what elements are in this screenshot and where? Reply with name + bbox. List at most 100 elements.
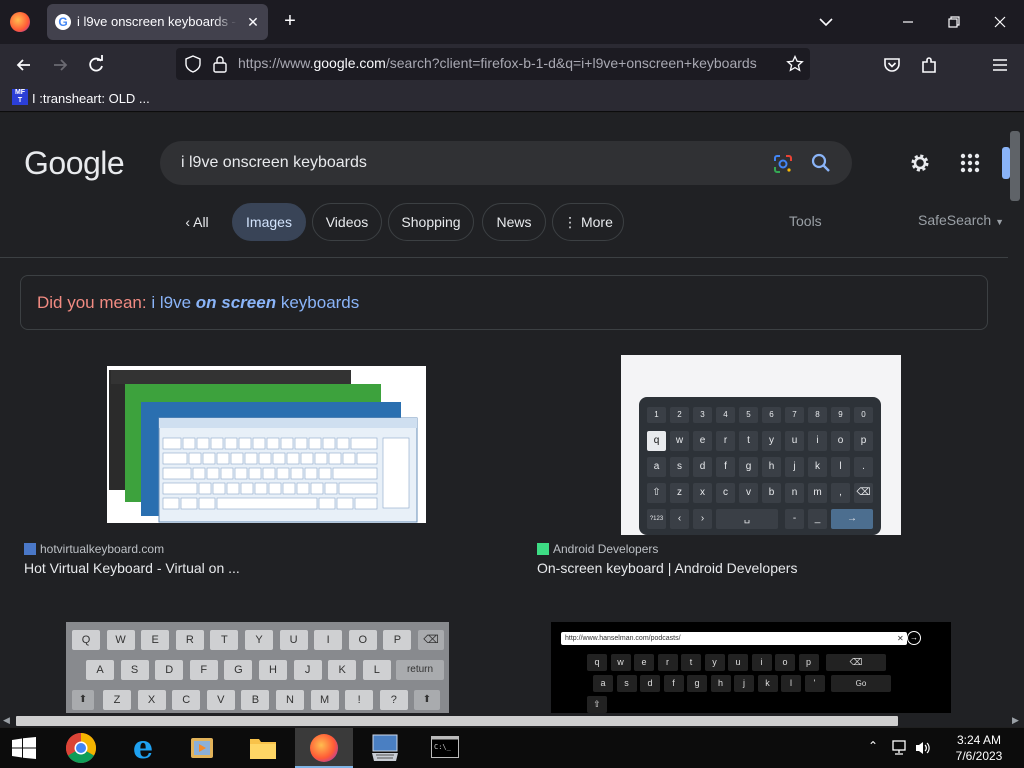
chip-all[interactable]: ‹ All: [170, 203, 224, 241]
chip-shopping[interactable]: Shopping: [388, 203, 474, 241]
taskbar-onscreen-keyboard[interactable]: [356, 728, 414, 768]
result-source[interactable]: hotvirtualkeyboard.com: [24, 542, 164, 556]
taskbar-media-player[interactable]: [173, 728, 231, 768]
search-icon[interactable]: [810, 152, 832, 174]
safesearch-menu[interactable]: SafeSearch ▼: [918, 212, 1004, 228]
google-lens-icon[interactable]: [772, 153, 794, 175]
result-image-hot-virtual-keyboard[interactable]: [107, 366, 426, 523]
keyboard-key: X: [137, 690, 166, 710]
result-title[interactable]: Hot Virtual Keyboard - Virtual on ...: [24, 560, 240, 576]
pocket-icon[interactable]: [881, 54, 903, 76]
keyboard-key: ⬆: [72, 690, 94, 710]
keyboard-key: T: [210, 630, 239, 650]
show-hidden-icons-icon[interactable]: ⌃: [868, 739, 878, 753]
android-favicon-icon: [537, 543, 549, 555]
horizontal-scrollbar-thumb[interactable]: [16, 716, 898, 726]
chip-more[interactable]: ⋮ More: [552, 203, 624, 241]
browser-tab[interactable]: G i l9ve onscreen keyboards - Google ✕: [47, 4, 268, 40]
keyboard-key: B: [241, 690, 270, 710]
system-clock[interactable]: 3:24 AM 7/6/2023: [938, 732, 1020, 764]
did-you-mean-text: Did you mean: i l9ve on screen keyboards: [37, 293, 359, 313]
keyboard-key: 4: [716, 407, 735, 423]
taskbar-file-explorer[interactable]: [234, 728, 292, 768]
minimize-icon[interactable]: [898, 12, 918, 32]
google-logo[interactable]: Google: [24, 145, 125, 182]
url-bar[interactable]: https://www.google.com/search?client=fir…: [176, 48, 810, 80]
reload-icon[interactable]: [85, 54, 107, 76]
result-title[interactable]: On-screen keyboard | Android Developers: [537, 560, 797, 576]
hamburger-menu-icon[interactable]: [989, 54, 1011, 76]
close-icon: ✕: [897, 634, 904, 643]
keyboard-key: ?123: [647, 509, 666, 529]
keyboard-key: !: [345, 690, 374, 710]
result-image-ipad-keyboard[interactable]: Q W E R T Y U I O P ⌫ A S D F G H J K Lreturn ⬆ Z X C V B N M!? ⬆: [66, 622, 449, 713]
firefox-view-icon[interactable]: [10, 12, 30, 32]
keyboard-key: .: [854, 457, 873, 477]
tab-close-icon[interactable]: ✕: [243, 12, 263, 32]
lock-icon[interactable]: [212, 55, 228, 73]
network-icon[interactable]: [891, 740, 909, 756]
keyboard-key: P: [383, 630, 412, 650]
keyboard-key: 2: [670, 407, 689, 423]
folder-icon: [250, 739, 276, 759]
back-icon[interactable]: [13, 54, 35, 76]
close-window-icon[interactable]: [990, 12, 1010, 32]
keyboard-key: R: [175, 630, 204, 650]
result-source[interactable]: Android Developers: [537, 542, 658, 556]
bookmark-item[interactable]: I :transheart: OLD ...: [32, 91, 150, 106]
keyboard-key: u: [785, 431, 804, 451]
keyboard-key: s: [616, 675, 637, 692]
scroll-right-icon[interactable]: ▶: [1012, 715, 1019, 726]
clock-time: 3:24 AM: [956, 733, 1002, 747]
keyboard-key: 1: [647, 407, 666, 423]
keyboard-key: i: [808, 431, 827, 451]
vertical-scrollbar-thumb[interactable]: [1010, 131, 1020, 201]
forward-icon[interactable]: [49, 54, 71, 76]
header-divider: [0, 257, 1008, 258]
keyboard-key: J: [293, 660, 322, 680]
result-image-hanselman-keyboard[interactable]: http://www.hanselman.com/podcasts/ ✕ → q…: [551, 622, 951, 713]
volume-icon[interactable]: [914, 740, 932, 756]
keyboard-key: H: [259, 660, 287, 680]
bookmark-star-icon[interactable]: [786, 55, 804, 73]
search-box[interactable]: i l9ve onscreen keyboards: [160, 141, 852, 185]
keyboard-key: ⌫: [418, 630, 444, 650]
result-image-android-keyboard[interactable]: 1 2 3 4 5 6 7 8 9 0 q w e r t y u i o p a s d f g h j k l. ⇧ z x c v b n m, ⌫…: [621, 355, 901, 535]
restore-icon[interactable]: [944, 12, 964, 32]
windows-start-icon[interactable]: [12, 737, 36, 759]
keyboard-key: i: [751, 654, 772, 671]
tools-button[interactable]: Tools: [789, 213, 822, 229]
taskbar-command-prompt[interactable]: C:\_: [416, 728, 474, 768]
chip-images[interactable]: Images: [232, 203, 306, 241]
dropdown-arrow-icon: ▼: [995, 217, 1004, 227]
search-input[interactable]: i l9ve onscreen keyboards: [181, 154, 367, 172]
google-apps-icon[interactable]: [958, 151, 982, 175]
keyboard-key: ␣: [716, 509, 778, 529]
url-text: https://www.google.com/search?client=fir…: [238, 55, 757, 71]
taskbar-firefox[interactable]: [295, 728, 353, 768]
command-prompt-icon: C:\_: [431, 736, 459, 758]
gear-icon[interactable]: [908, 151, 932, 175]
new-tab-button[interactable]: +: [280, 11, 300, 32]
keyboard-key: g: [687, 675, 707, 692]
tab-strip: G i l9ve onscreen keyboards - Google ✕ +: [0, 0, 1024, 44]
taskbar-internet-explorer[interactable]: e: [113, 728, 171, 768]
keyboard-key: L: [362, 660, 391, 680]
list-all-tabs-icon[interactable]: [816, 12, 836, 32]
did-you-mean-link[interactable]: i l9ve on screen keyboards: [151, 293, 359, 312]
chip-videos[interactable]: Videos: [312, 203, 382, 241]
scroll-left-icon[interactable]: ◀: [3, 715, 10, 726]
extensions-puzzle-icon[interactable]: [918, 54, 940, 76]
keyboard-key: W: [106, 630, 135, 650]
internet-explorer-icon: e: [132, 728, 154, 766]
keyboard-key: Go: [831, 675, 891, 692]
horizontal-scrollbar[interactable]: ◀ ▶: [0, 713, 1024, 727]
windows-taskbar: e C:\_ ⌃ 3:24 AM 7/6/2023: [0, 728, 1024, 768]
google-favicon-icon: G: [55, 14, 71, 30]
keyboard-key: x: [693, 483, 712, 503]
chip-news[interactable]: News: [482, 203, 546, 241]
keyboard-key: w: [670, 431, 689, 451]
vertical-scrollbar[interactable]: [1008, 113, 1024, 713]
tracking-protection-shield-icon[interactable]: [184, 55, 202, 73]
taskbar-chrome[interactable]: [52, 728, 110, 768]
